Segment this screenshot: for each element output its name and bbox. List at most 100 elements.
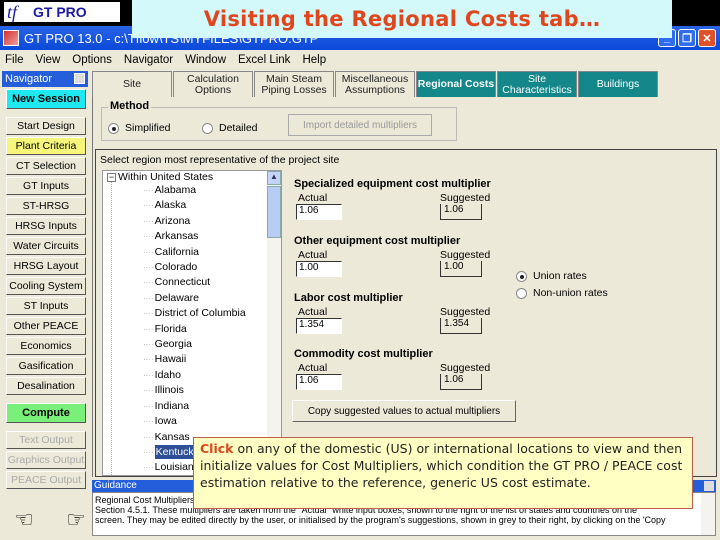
region-group: Select region most representative of the…: [95, 149, 717, 477]
tree-item-state[interactable]: Alabama: [143, 183, 246, 198]
state-label: Georgia: [154, 338, 193, 351]
new-session-button[interactable]: New Session: [6, 89, 86, 109]
tree-item-state[interactable]: Arkansas: [143, 229, 246, 244]
tab-site[interactable]: Site: [92, 71, 172, 97]
state-label: Kansas: [154, 430, 190, 443]
logo-glyph: tf: [7, 1, 18, 22]
tree-item-state[interactable]: Georgia: [143, 337, 246, 352]
tree-item-state[interactable]: Delaware: [143, 291, 246, 306]
commodity-title: Commodity cost multiplier: [294, 348, 433, 360]
collapse-icon[interactable]: −: [107, 172, 116, 182]
nav-other-peace[interactable]: Other PEACE: [6, 317, 86, 335]
nav-cooling-system[interactable]: Cooling System: [6, 277, 86, 295]
menu-excel-link[interactable]: Excel Link: [238, 54, 290, 66]
scroll-up-icon[interactable]: ▲: [267, 171, 281, 185]
import-detailed-multipliers-button[interactable]: Import detailed multipliers: [288, 114, 432, 136]
nav-st-inputs[interactable]: ST Inputs: [6, 297, 86, 315]
labor-actual-input[interactable]: 1.354: [296, 318, 342, 334]
tree-item-state[interactable]: District of Columbia: [143, 306, 246, 321]
guidance-scrollbar[interactable]: [701, 493, 715, 535]
close-button[interactable]: ✕: [698, 29, 716, 47]
radio-selected-icon: [108, 122, 119, 134]
tree-item-state[interactable]: Alaska: [143, 198, 246, 213]
tree-item-state[interactable]: Florida: [143, 322, 246, 337]
radio-unselected-icon: [516, 287, 527, 299]
state-label: Colorado: [154, 261, 198, 274]
menu-options[interactable]: Options: [72, 54, 112, 66]
specialized-suggested-value: 1.06: [440, 204, 482, 220]
copy-suggested-button[interactable]: Copy suggested values to actual multipli…: [292, 400, 516, 422]
instruction-callout: Click on any of the domestic (US) or int…: [193, 437, 693, 509]
guidance-close-icon[interactable]: [704, 481, 714, 491]
back-hand-icon[interactable]: ☜: [6, 507, 42, 533]
nav-economics[interactable]: Economics: [6, 337, 86, 355]
menu-view[interactable]: View: [36, 54, 61, 66]
tree-item-state[interactable]: Hawaii: [143, 352, 246, 367]
tree-item-state[interactable]: Iowa: [143, 414, 246, 429]
forward-hand-icon[interactable]: ☞: [58, 507, 94, 533]
tab-buildings[interactable]: Buildings: [578, 71, 658, 97]
menu-window[interactable]: Window: [185, 54, 226, 66]
actual-label: Actual: [298, 192, 328, 204]
tree-item-state[interactable]: Colorado: [143, 260, 246, 275]
union-rates-label: Union rates: [533, 270, 587, 282]
tree-item-state[interactable]: California: [143, 245, 246, 260]
compute-button[interactable]: Compute: [6, 403, 86, 423]
detailed-radio[interactable]: Detailed: [202, 122, 258, 134]
state-label: Delaware: [154, 291, 200, 304]
tab-regional-costs[interactable]: Regional Costs: [416, 71, 496, 97]
menu-help[interactable]: Help: [302, 54, 326, 66]
scroll-thumb[interactable]: [267, 186, 281, 238]
text-output-button[interactable]: Text Output: [6, 431, 86, 449]
gtpro-logo: tf GT PRO: [4, 2, 120, 22]
navigator-close-icon[interactable]: [74, 73, 85, 84]
non-union-rates-radio[interactable]: Non-union rates: [516, 287, 608, 299]
union-rates-radio[interactable]: Union rates: [516, 270, 587, 282]
state-label: Illinois: [154, 384, 184, 397]
tab-calculation-options[interactable]: Calculation Options: [173, 71, 253, 97]
tree-item-state[interactable]: Illinois: [143, 383, 246, 398]
tree-item-state[interactable]: Connecticut: [143, 275, 246, 290]
state-label: Arkansas: [154, 230, 199, 243]
simplified-radio[interactable]: Simplified: [108, 122, 171, 134]
peace-output-button[interactable]: PEACE Output: [6, 471, 86, 489]
suggested-label: Suggested: [440, 306, 491, 318]
tab-miscellaneous-assumptions[interactable]: Miscellaneous Assumptions: [335, 71, 415, 97]
region-tree[interactable]: − Within United States Alabama Alaska Ariz…: [102, 170, 282, 476]
other-equipment-multiplier: Other equipment cost multiplier Actual S…: [294, 235, 490, 277]
nav-water-circuits[interactable]: Water Circuits: [6, 237, 86, 255]
tab-site-characteristics[interactable]: Site Characteristics: [497, 71, 577, 97]
state-label: Alabama: [154, 184, 197, 196]
other-suggested-value: 1.00: [440, 261, 482, 277]
tree-item-state[interactable]: Idaho: [143, 368, 246, 383]
tab-main-steam-piping-losses[interactable]: Main Steam Piping Losses: [254, 71, 334, 97]
commodity-actual-input[interactable]: 1.06: [296, 374, 342, 390]
tree-scrollbar[interactable]: ▲: [267, 171, 281, 475]
nav-start-design[interactable]: Start Design: [6, 117, 86, 135]
nav-hrsg-inputs[interactable]: HRSG Inputs: [6, 217, 86, 235]
menu-file[interactable]: File: [5, 54, 24, 66]
menu-bar: File View Options Navigator Window Excel…: [0, 50, 720, 69]
nav-hrsg-layout[interactable]: HRSG Layout: [6, 257, 86, 275]
nav-plant-criteria[interactable]: Plant Criteria: [6, 137, 86, 155]
nav-ct-selection[interactable]: CT Selection: [6, 157, 86, 175]
state-label: Arizona: [154, 214, 191, 227]
nav-desalination[interactable]: Desalination: [6, 377, 86, 395]
actual-label: Actual: [298, 362, 328, 374]
region-label: Select region most representative of the…: [100, 154, 340, 166]
nav-st-hrsg[interactable]: ST-HRSG: [6, 197, 86, 215]
tree-item-state[interactable]: Arizona: [143, 214, 246, 229]
specialized-title: Specialized equipment cost multiplier: [294, 178, 491, 190]
restore-button[interactable]: ❐: [678, 29, 696, 47]
state-label: Connecticut: [154, 276, 211, 289]
tree-item-state[interactable]: Indiana: [143, 399, 246, 414]
suggested-label: Suggested: [440, 249, 491, 261]
nav-gasification[interactable]: Gasification: [6, 357, 86, 375]
tree-root-united-states[interactable]: − Within United States: [107, 171, 213, 183]
specialized-actual-input[interactable]: 1.06: [296, 204, 342, 220]
nav-gt-inputs[interactable]: GT Inputs: [6, 177, 86, 195]
graphics-output-button[interactable]: Graphics Output: [6, 451, 86, 469]
other-actual-input[interactable]: 1.00: [296, 261, 342, 277]
menu-navigator[interactable]: Navigator: [124, 54, 173, 66]
commodity-suggested-value: 1.06: [440, 374, 482, 390]
